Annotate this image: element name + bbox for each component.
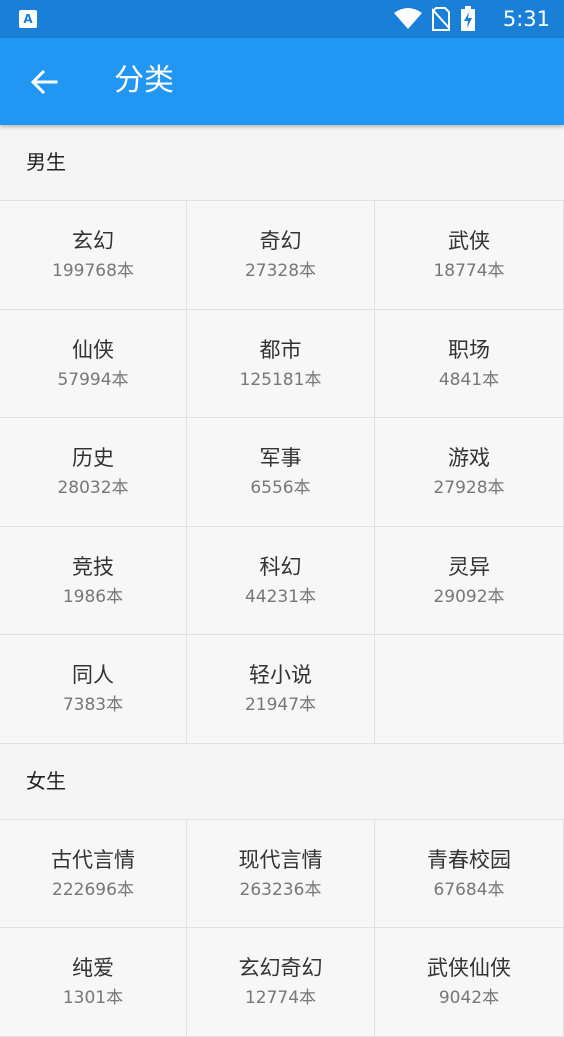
- page-title: 分类: [114, 63, 174, 98]
- app-bar: 分类: [0, 38, 564, 125]
- empty-cell: [375, 635, 564, 744]
- category-item[interactable]: 纯爱 1301本: [0, 928, 187, 1037]
- category-count: 4841本: [438, 369, 500, 390]
- category-count: 1301本: [62, 988, 124, 1009]
- category-count: 21947本: [244, 695, 317, 716]
- category-item[interactable]: 青春校园 67684本: [375, 819, 564, 928]
- category-count: 27328本: [244, 261, 317, 282]
- category-item[interactable]: 奇幻 27328本: [187, 201, 375, 310]
- category-item[interactable]: 玄幻奇幻 12774本: [187, 928, 375, 1037]
- category-item[interactable]: 军事 6556本: [187, 418, 375, 527]
- category-name: 竞技: [72, 554, 114, 579]
- battery-charging-icon: [461, 6, 475, 31]
- category-count: 44231本: [244, 586, 317, 607]
- category-item[interactable]: 仙侠 57994本: [0, 309, 187, 418]
- category-item[interactable]: 同人 7383本: [0, 635, 187, 744]
- category-count: 57994本: [57, 369, 129, 390]
- status-icons: [394, 6, 476, 31]
- category-list: 男生 玄幻 199768本 奇幻 27328本 武侠 18774本 仙侠 57994本 …: [0, 125, 564, 1037]
- category-count: 222696本: [52, 879, 134, 900]
- category-count: 125181本: [239, 369, 322, 390]
- category-name: 现代言情: [238, 847, 323, 872]
- category-item[interactable]: 科幻 44231本: [187, 526, 375, 635]
- no-sim-icon: [432, 7, 450, 31]
- arrow-left-icon: [30, 70, 58, 94]
- wifi-icon: [394, 8, 422, 29]
- category-grid-male: 玄幻 199768本 奇幻 27328本 武侠 18774本 仙侠 57994本 都市 1…: [0, 200, 564, 744]
- category-name: 历史: [72, 446, 114, 471]
- category-name: 武侠仙侠: [427, 956, 511, 981]
- category-name: 仙侠: [72, 337, 114, 362]
- category-item[interactable]: 职场 4841本: [375, 309, 564, 418]
- category-item[interactable]: 轻小说 21947本: [187, 635, 375, 744]
- category-name: 玄幻奇幻: [238, 956, 323, 981]
- category-name: 同人: [72, 663, 114, 688]
- category-count: 28032本: [57, 478, 129, 499]
- category-grid-female: 古代言情 222696本 现代言情 263236本 青春校园 67684本 纯爱 130…: [0, 818, 564, 1037]
- category-count: 29092本: [433, 586, 505, 607]
- category-item[interactable]: 武侠 18774本: [375, 201, 564, 310]
- category-name: 科幻: [259, 554, 302, 579]
- category-name: 玄幻: [72, 229, 114, 254]
- category-count: 199768本: [52, 261, 134, 282]
- category-item[interactable]: 游戏 27928本: [375, 418, 564, 527]
- app-notification-icon: A: [19, 10, 37, 28]
- category-name: 灵异: [448, 554, 490, 579]
- category-count: 9042本: [438, 988, 500, 1009]
- section-header-female: 女生: [26, 768, 66, 793]
- back-button[interactable]: [26, 64, 62, 100]
- category-count: 1986本: [62, 586, 124, 607]
- category-name: 古代言情: [51, 847, 135, 872]
- category-count: 6556本: [250, 478, 311, 499]
- category-item[interactable]: 历史 28032本: [0, 418, 187, 527]
- category-item[interactable]: 现代言情 263236本: [187, 819, 375, 928]
- category-name: 纯爱: [72, 956, 114, 981]
- status-bar: A 5:31: [0, 0, 564, 38]
- category-name: 都市: [259, 337, 302, 362]
- status-time: 5:31: [502, 7, 550, 31]
- category-item[interactable]: 武侠仙侠 9042本: [375, 928, 564, 1037]
- category-item[interactable]: 竞技 1986本: [0, 526, 187, 635]
- category-count: 12774本: [244, 988, 317, 1009]
- category-item[interactable]: 都市 125181本: [187, 309, 375, 418]
- category-count: 18774本: [433, 261, 505, 282]
- category-name: 游戏: [448, 446, 490, 471]
- category-count: 263236本: [239, 879, 322, 900]
- category-name: 奇幻: [259, 229, 302, 254]
- category-name: 武侠: [448, 229, 490, 254]
- category-name: 青春校园: [427, 847, 511, 872]
- section-header-male: 男生: [26, 150, 66, 174]
- category-item[interactable]: 古代言情 222696本: [0, 819, 187, 928]
- category-name: 军事: [259, 446, 302, 471]
- category-name: 职场: [448, 337, 490, 362]
- category-count: 27928本: [433, 478, 505, 499]
- category-count: 7383本: [62, 695, 124, 716]
- category-item[interactable]: 灵异 29092本: [375, 526, 564, 635]
- category-item[interactable]: 玄幻 199768本: [0, 201, 187, 310]
- category-count: 67684本: [433, 879, 505, 900]
- category-name: 轻小说: [249, 663, 312, 688]
